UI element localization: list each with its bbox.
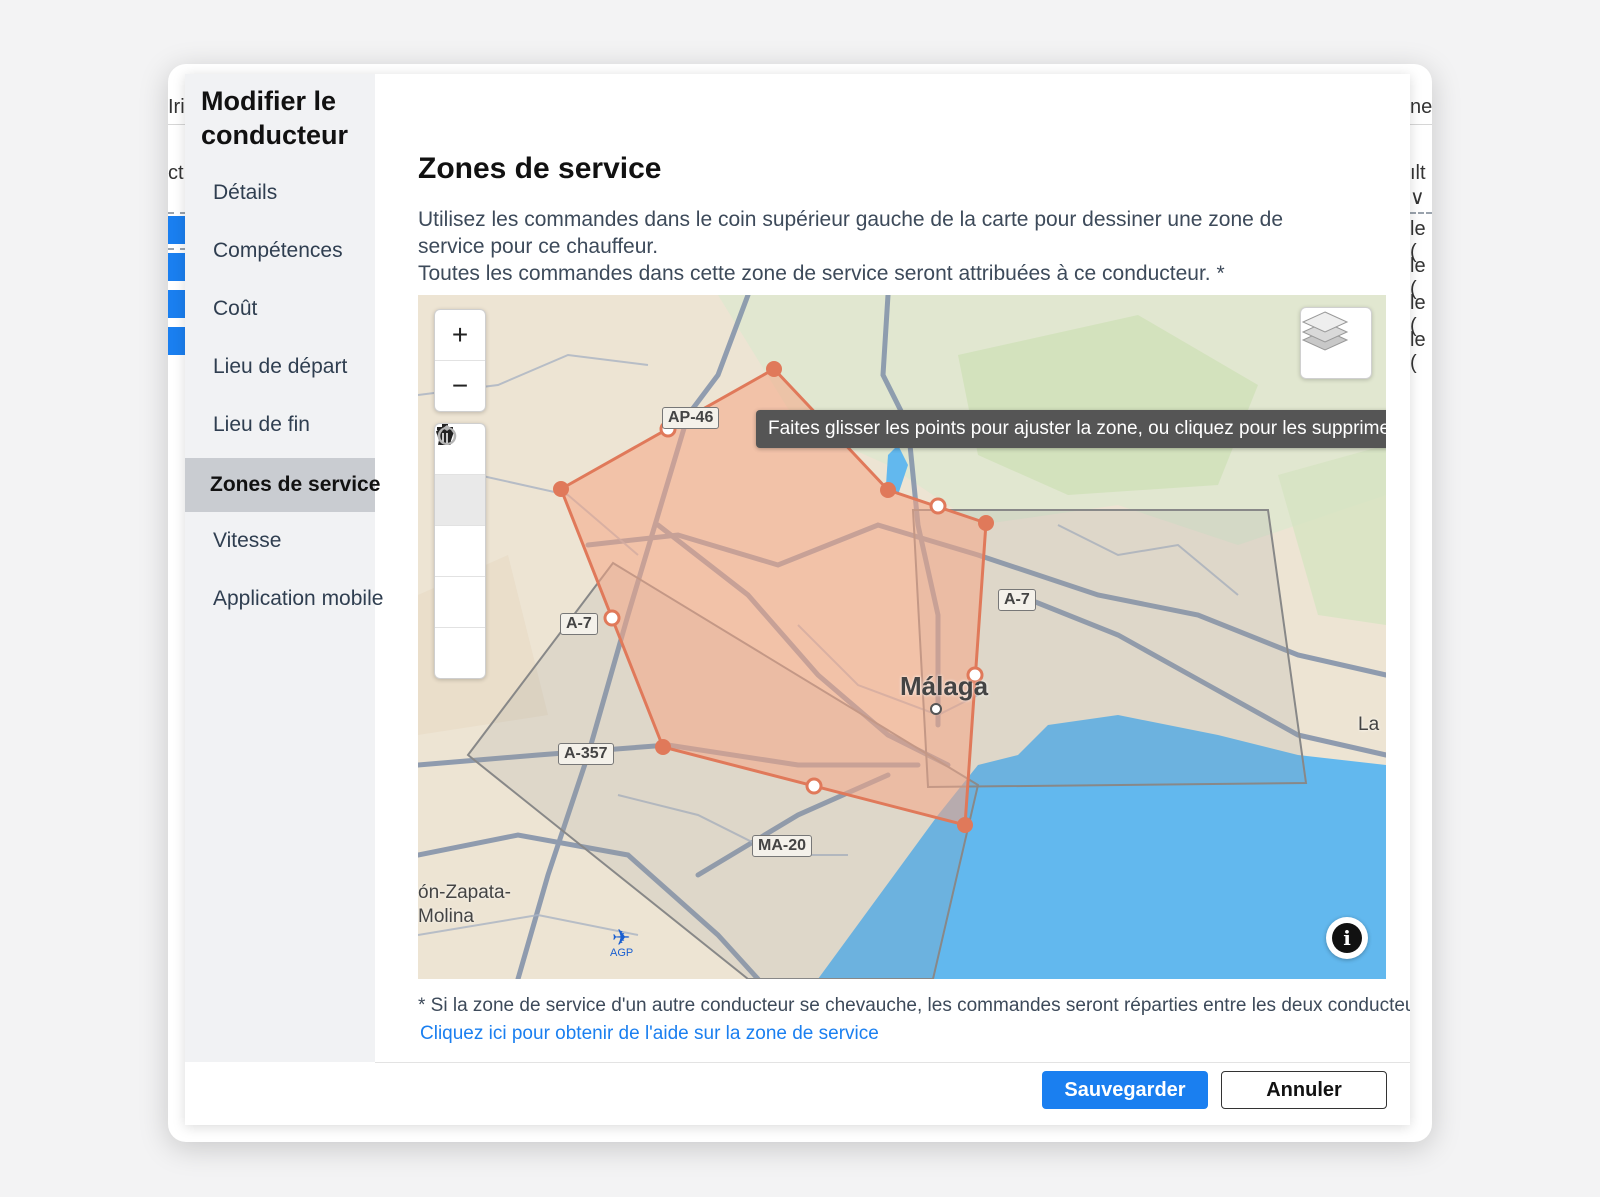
info-icon: i (1332, 923, 1362, 953)
zone-vertex-handle[interactable] (655, 739, 671, 755)
modal-sidebar: Modifier le conducteur Détails Compétenc… (185, 74, 383, 1062)
zone-vertex-handle[interactable] (880, 482, 896, 498)
nav-item-details[interactable]: Détails (185, 164, 375, 222)
background-checkbox (168, 253, 186, 281)
zone-vertex-handle[interactable] (766, 361, 782, 377)
background-checkbox (168, 327, 186, 355)
map-layers-button[interactable] (1300, 307, 1372, 379)
edit-driver-modal: Modifier le conducteur Détails Compétenc… (185, 74, 1410, 1125)
zone-vertex-handle[interactable] (957, 817, 973, 833)
city-marker (930, 703, 942, 715)
delete-polygon-button[interactable] (435, 424, 485, 577)
zone-midpoint-handle[interactable] (603, 609, 621, 627)
nav-item-start-location[interactable]: Lieu de départ (185, 338, 375, 396)
place-label: La (1358, 714, 1380, 735)
modal-title: Modifier le conducteur (201, 86, 349, 150)
save-button[interactable]: Sauvegarder (1042, 1071, 1208, 1109)
background-dashed-divider (168, 212, 186, 214)
nav-item-mobile-app[interactable]: Application mobile (185, 570, 383, 628)
zone-midpoint-handle[interactable] (805, 777, 823, 795)
place-label: ón-Zapata- Molina (418, 882, 511, 927)
overlap-footnote: * Si la zone de service d'un autre condu… (418, 995, 1410, 1016)
description-line: Toutes les commandes dans cette zone de … (418, 262, 1225, 285)
nav-item-end-location[interactable]: Lieu de fin (185, 396, 375, 454)
road-label: A-7 (560, 613, 598, 635)
draw-controls (434, 423, 486, 679)
edit-polygon-button[interactable] (435, 428, 485, 526)
description-line: Utilisez les commandes dans le coin supé… (418, 208, 1283, 258)
background-dashed-divider (168, 248, 186, 250)
background-text-fragment: Iri (168, 96, 185, 118)
redo-icon (437, 425, 456, 445)
redo-button[interactable] (435, 425, 485, 678)
nav-item-service-zones[interactable]: Zones de service (185, 458, 380, 512)
background-checkbox (168, 216, 186, 244)
background-text-fragment: ct (168, 162, 184, 184)
zone-vertex-handle[interactable] (553, 481, 569, 497)
edit-hint-tooltip: Faites glisser les points pour ajuster l… (756, 410, 1386, 448)
layers-icon (1301, 311, 1349, 351)
road-label: A-357 (558, 743, 614, 765)
nav-item-speed[interactable]: Vitesse (185, 512, 375, 570)
zone-midpoint-handle[interactable] (929, 497, 947, 515)
nav-item-cost[interactable]: Coût (185, 280, 375, 338)
service-zone-help-link[interactable]: Cliquez ici pour obtenir de l'aide sur l… (420, 1023, 879, 1045)
background-text-fragment: le ( (1410, 329, 1426, 374)
background-text-fragment: ne (1410, 96, 1432, 118)
zoom-controls: + − (434, 309, 486, 412)
undo-button[interactable] (435, 425, 485, 628)
zoom-out-button[interactable]: − (435, 361, 485, 411)
zone-vertex-handle[interactable] (978, 515, 994, 531)
footer-divider (375, 1062, 1410, 1063)
map-info-button[interactable]: i (1326, 917, 1368, 959)
zoom-in-button[interactable]: + (435, 310, 485, 361)
map-canvas (418, 295, 1386, 979)
service-zone-map[interactable]: AP-46 A-7 A-7 A-357 MA-20 Málaga ón-Zapa… (418, 295, 1386, 979)
nav-item-skills[interactable]: Compétences (185, 222, 375, 280)
airport-label: AGP (610, 947, 634, 959)
background-dashed-divider (1410, 212, 1432, 214)
city-label: Málaga (900, 671, 989, 701)
road-label: AP-46 (662, 407, 720, 429)
sidebar-nav: Détails Compétences Coût Lieu de départ … (185, 164, 383, 628)
cancel-button[interactable]: Annuler (1221, 1071, 1387, 1109)
section-description: Utilisez les commandes dans le coin supé… (418, 206, 1318, 287)
background-checkbox (168, 290, 186, 318)
section-title: Zones de service (418, 152, 662, 185)
road-label: A-7 (998, 589, 1036, 611)
road-label: MA-20 (752, 835, 813, 857)
background-text-fragment: ılt ∨ (1410, 162, 1426, 209)
